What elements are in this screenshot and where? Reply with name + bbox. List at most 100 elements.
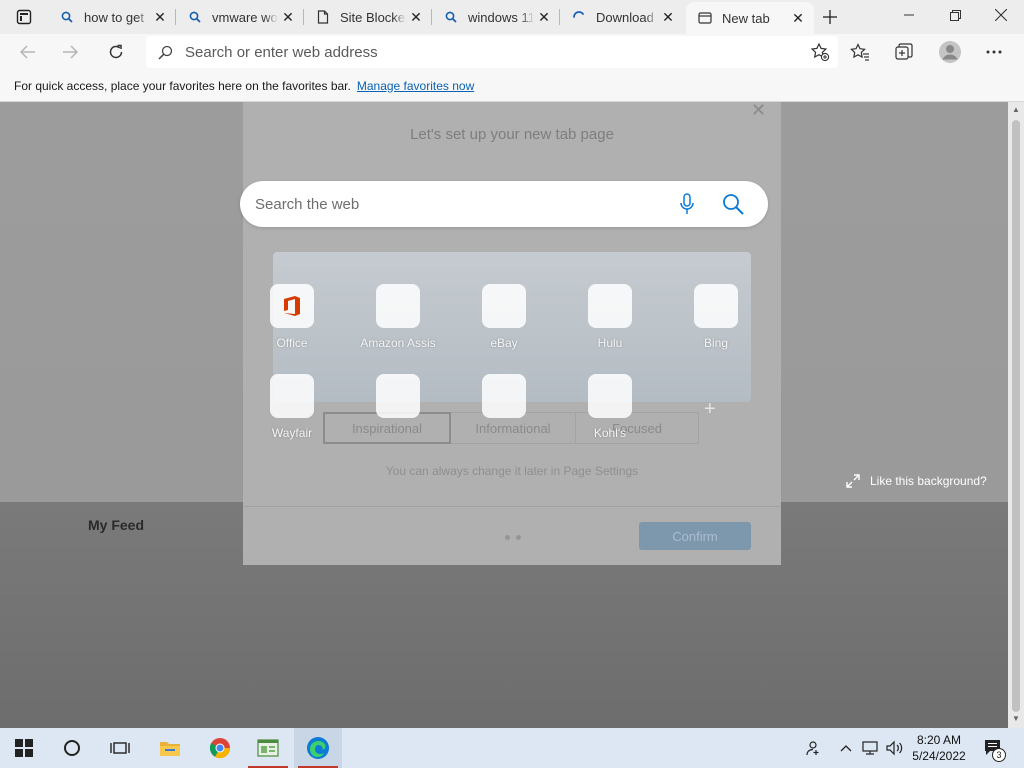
file-explorer-button[interactable] [146,728,194,768]
tab-vmware[interactable]: vmware wo ✕ [176,3,304,31]
search-icon [444,10,458,24]
notification-count-badge: 3 [992,748,1006,762]
people-icon [806,741,819,756]
chrome-icon [209,738,231,759]
close-tab-icon[interactable]: ✕ [150,7,170,27]
network-button[interactable] [860,728,882,768]
kohls-icon [588,374,632,418]
quick-link-label: eBay [490,336,518,350]
page-icon [316,10,330,24]
tab-actions-button[interactable] [8,6,40,28]
close-tab-icon[interactable]: ✕ [278,7,298,27]
restore-button[interactable] [932,0,978,30]
wayfair-icon [270,374,314,418]
quick-link-tile[interactable] [459,374,549,426]
tab-site-blocker[interactable]: Site Blocker ✕ [304,3,432,31]
like-background-label: Like this background? [870,474,987,488]
show-hidden-icons-button[interactable] [836,728,856,768]
quick-link-kohls[interactable]: Kohl's [565,374,655,440]
favorites-button[interactable] [846,38,874,66]
close-icon[interactable]: ✕ [751,102,766,121]
forward-button[interactable] [56,38,84,66]
task-view-icon [110,742,130,754]
profile-button[interactable] [934,38,966,66]
tab-title: New tab [722,10,770,26]
manage-favorites-link[interactable]: Manage favorites now [357,79,474,93]
add-favorite-icon[interactable] [810,42,830,62]
web-search-box[interactable]: Search the web [240,181,768,227]
tab-title: vmware wo [212,9,278,25]
search-icon[interactable] [720,191,746,217]
bing-icon [694,284,738,328]
newtab-icon [698,11,712,25]
search-icon [188,10,202,24]
edge-button[interactable] [294,728,342,768]
tab-how-to-get[interactable]: how to get ✕ [48,3,176,31]
tab-download[interactable]: Download ✕ [560,3,684,31]
scroll-down-icon[interactable]: ▼ [1011,714,1021,724]
my-feed-heading: My Feed [88,517,145,533]
people-button[interactable] [800,728,824,768]
file-explorer-icon [160,742,180,756]
notification-center-button[interactable]: 3 [978,728,1010,768]
ebay-icon [482,284,526,328]
close-tab-icon[interactable]: ✕ [788,8,808,28]
page-dots [505,535,521,540]
scroll-up-icon[interactable]: ▲ [1011,105,1021,115]
search-icon [60,10,74,24]
expand-icon [846,474,860,488]
favorites-bar: For quick access, place your favorites h… [0,70,1024,102]
collections-icon [895,43,913,60]
scrollbar-thumb[interactable] [1012,120,1020,712]
tab-strip: how to get ✕ vmware wo ✕ Site Blocker ✕ … [0,0,1024,34]
new-tab-button[interactable] [818,6,842,28]
collections-button[interactable] [890,38,918,66]
close-window-button[interactable] [978,0,1024,30]
address-placeholder: Search or enter web address [185,43,378,61]
start-button[interactable] [0,728,48,768]
confirm-button[interactable]: Confirm [639,522,751,550]
search-placeholder: Search the web [255,195,360,213]
chrome-button[interactable] [196,728,244,768]
tab-actions-icon [16,9,32,25]
start-icon [15,739,33,757]
close-tab-icon[interactable]: ✕ [406,7,426,27]
clock-date: 5/24/2022 [912,749,966,763]
quick-link-wayfair[interactable]: Wayfair [247,374,337,440]
search-button[interactable] [48,728,96,768]
tab-new-tab[interactable]: New tab ✕ [686,2,814,34]
close-icon [995,9,1007,21]
close-tab-icon[interactable]: ✕ [534,7,554,27]
tab-title: how to get [84,9,144,25]
plus-icon [823,10,837,24]
notepad-window-button[interactable] [244,728,292,768]
quick-link-office[interactable]: Office [247,284,337,350]
quick-link-hulu[interactable]: Hulu [565,284,655,350]
quick-link-ebay[interactable]: eBay [459,284,549,350]
quick-link-tile[interactable] [353,374,443,426]
volume-button[interactable] [884,728,906,768]
system-clock[interactable]: 8:20 AM 5/24/2022 [906,732,972,764]
tab-windows-11[interactable]: windows 11 ✕ [432,3,560,31]
close-tab-icon[interactable]: ✕ [658,7,678,27]
tab-title: windows 11 [468,9,534,25]
address-bar[interactable]: Search or enter web address [146,36,838,68]
page-scrollbar[interactable]: ▲ ▼ [1008,102,1024,728]
quick-link-label: Amazon Assis [360,336,436,350]
blank-tile [482,374,526,418]
quick-link-amazon[interactable]: Amazon Assis [353,284,443,350]
taskbar: 8:20 AM 5/24/2022 3 [0,728,1024,768]
settings-menu-button[interactable] [980,38,1008,66]
quick-link-bing[interactable]: Bing [671,284,761,350]
refresh-button[interactable] [102,38,130,66]
minimize-button[interactable] [886,0,932,30]
microphone-icon[interactable] [674,191,700,217]
edge-icon [307,737,329,759]
add-quick-link-button[interactable]: + [704,398,716,421]
task-view-button[interactable] [96,728,144,768]
loading-icon [572,10,586,24]
amazon-icon [376,284,420,328]
back-button[interactable] [14,38,42,66]
volume-icon [886,740,903,756]
like-background-button[interactable]: Like this background? [846,474,987,488]
